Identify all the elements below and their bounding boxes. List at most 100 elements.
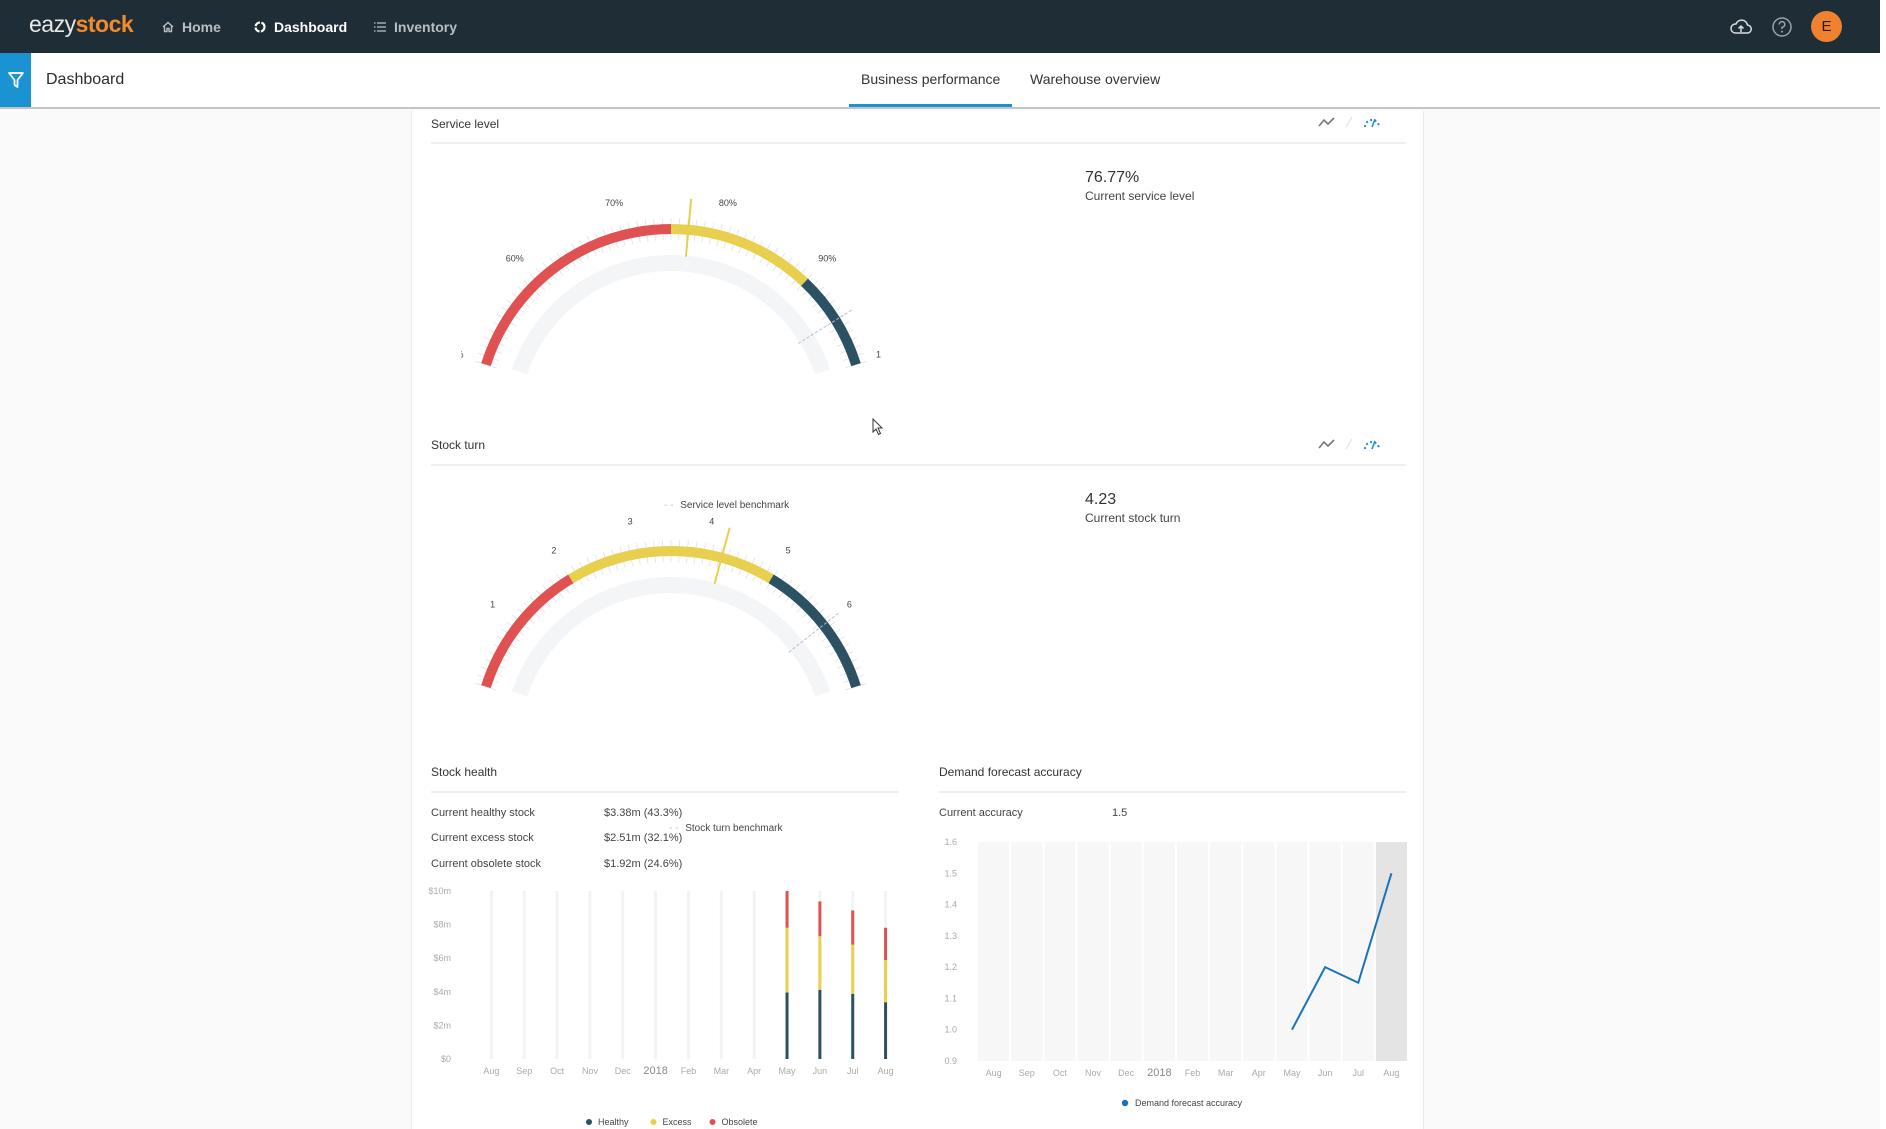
x-tick-label: Jun (1318, 1068, 1333, 1078)
current-accuracy-label: Current accuracy (939, 807, 1023, 819)
bar-segment-healthy (851, 993, 855, 1059)
bar-segment-healthy (785, 992, 789, 1059)
y-tick-label: 1.4 (944, 900, 957, 910)
gauge-tick-label: 2 (551, 546, 556, 556)
nav-dashboard[interactable]: Dashboard (238, 0, 362, 56)
nav-inventory-label: Inventory (394, 18, 458, 35)
nav-home[interactable]: Home (161, 0, 221, 53)
current-service-level-value: 76.77% (1085, 169, 1140, 186)
x-tick-label: 2018 (1147, 1067, 1171, 1079)
x-tick-label: Nov (582, 1066, 599, 1076)
help-icon[interactable] (1771, 16, 1793, 38)
cloud-upload-icon[interactable] (1729, 17, 1753, 37)
service-level-view-toggle (1318, 115, 1382, 129)
x-tick-label: Oct (550, 1066, 565, 1076)
legend-label: Demand forecast accuracy (1135, 1098, 1243, 1108)
stock-turn-gauge: 01234567 (475, 517, 867, 697)
x-tick-label: Apr (1252, 1068, 1266, 1078)
current-accuracy-value: 1.5 (1112, 807, 1128, 819)
current-stock-turn-label: Current stock turn (1085, 511, 1181, 525)
column-band (1309, 842, 1341, 1061)
bar-segment-excess (884, 960, 888, 1003)
avatar-initial: E (1821, 18, 1832, 35)
bar-segment-excess (818, 936, 822, 990)
gauge-tick-label: 1 (490, 600, 495, 610)
separator-slash-icon (1345, 116, 1353, 128)
x-tick-label: Mar (714, 1066, 730, 1076)
scrollbar-track[interactable] (1880, 0, 1886, 1129)
x-tick-label: Sep (1019, 1068, 1035, 1078)
x-tick-label: Feb (681, 1066, 697, 1076)
dashboard-content-card: Service level 50%60%70%80%90%100% - - Se… (411, 111, 1424, 1129)
divider (431, 791, 899, 793)
column-band (1176, 842, 1209, 1061)
x-tick-label: 2018 (643, 1065, 667, 1077)
service-level-gauge: 50% 60% 70% 80% 90% 100% (461, 198, 881, 375)
legend-label: Healthy (598, 1117, 629, 1127)
y-tick-label: 1.0 (944, 1025, 957, 1035)
divider (939, 791, 1406, 793)
excess-stock-value: $2.51m (32.1%) (604, 832, 683, 844)
home-icon (162, 21, 174, 32)
legend-label: Excess (663, 1117, 693, 1127)
gauge-inner-track (511, 577, 831, 697)
y-tick-label: $0 (441, 1054, 451, 1064)
gauge-view-icon[interactable] (1362, 115, 1382, 129)
bar-segment-excess (851, 944, 855, 994)
x-tick-label: Feb (1185, 1068, 1201, 1078)
column-band (1044, 842, 1076, 1061)
tab-warehouse-overview[interactable]: Warehouse overview (1030, 71, 1160, 87)
y-tick-label: 1.3 (944, 931, 957, 941)
column-band (1243, 842, 1275, 1061)
stock-turn-benchmark-legend: - - Stock turn benchmark (669, 823, 783, 834)
filter-button[interactable] (0, 53, 31, 107)
mouse-cursor-icon (872, 418, 884, 436)
obsolete-stock-value: $1.92m (24.6%) (604, 858, 683, 870)
x-tick-label: Dec (1118, 1068, 1135, 1078)
legend-label: Obsolete (722, 1117, 758, 1127)
gauge-tick-label: 70% (605, 198, 623, 208)
y-tick-label: $6m (433, 953, 451, 963)
top-navigation-bar: eazystock Home Dashboard Inventory E (0, 0, 1880, 56)
column-band (1110, 842, 1142, 1061)
y-tick-label: $4m (433, 987, 451, 997)
tab-business-performance[interactable]: Business performance (848, 71, 1013, 107)
y-tick-label: $10m (428, 886, 451, 896)
eazystock-logo[interactable]: eazystock (29, 11, 134, 38)
gauge-tick-label: 5 (786, 546, 791, 556)
gauge-tick-label: 6 (847, 600, 852, 610)
bar-segment-healthy (818, 989, 822, 1059)
stock-turn-view-toggle (1318, 437, 1382, 451)
healthy-stock-label: Current healthy stock (431, 807, 535, 819)
column-band (978, 842, 1010, 1061)
legend-marker-obsolete (709, 1119, 716, 1125)
filter-icon (7, 72, 24, 88)
stock-health-title: Stock health (431, 765, 498, 779)
divider (431, 464, 1406, 466)
demand-forecast-title: Demand forecast accuracy (939, 765, 1082, 779)
y-tick-label: 1.1 (944, 993, 957, 1003)
gauge-band-yellow (568, 546, 774, 584)
x-tick-label: Aug (1383, 1068, 1399, 1078)
x-tick-label: Aug (483, 1066, 499, 1076)
line-chart-view-icon[interactable] (1318, 438, 1336, 450)
column-band (1143, 842, 1175, 1061)
stock-turn-title: Stock turn (431, 438, 486, 452)
column-band (1011, 842, 1043, 1061)
y-tick-label: $2m (433, 1020, 451, 1030)
service-level-title: Service level (431, 117, 500, 131)
line-chart-view-icon[interactable] (1318, 116, 1336, 128)
subheader-bar: Dashboard Business performance Warehouse… (0, 53, 1880, 109)
nav-inventory[interactable]: Inventory (373, 0, 457, 53)
user-avatar[interactable]: E (1811, 11, 1842, 42)
dashboard-icon (254, 20, 266, 33)
legend-marker-excess (650, 1119, 657, 1125)
x-tick-label: Jul (847, 1066, 859, 1076)
bar-segment-obsolete (785, 891, 789, 928)
current-stock-turn-value: 4.23 (1085, 491, 1117, 508)
demand-forecast-chart: 0.9 1.0 1.1 1.2 1.3 1.4 1.5 1.6 Aug Sep Oct Nov Dec 2… (944, 837, 1407, 1108)
y-tick-label: 1.5 (944, 868, 957, 878)
gauge-tick-label: 50% (461, 350, 464, 360)
list-icon (374, 21, 386, 32)
gauge-view-icon[interactable] (1362, 437, 1382, 451)
